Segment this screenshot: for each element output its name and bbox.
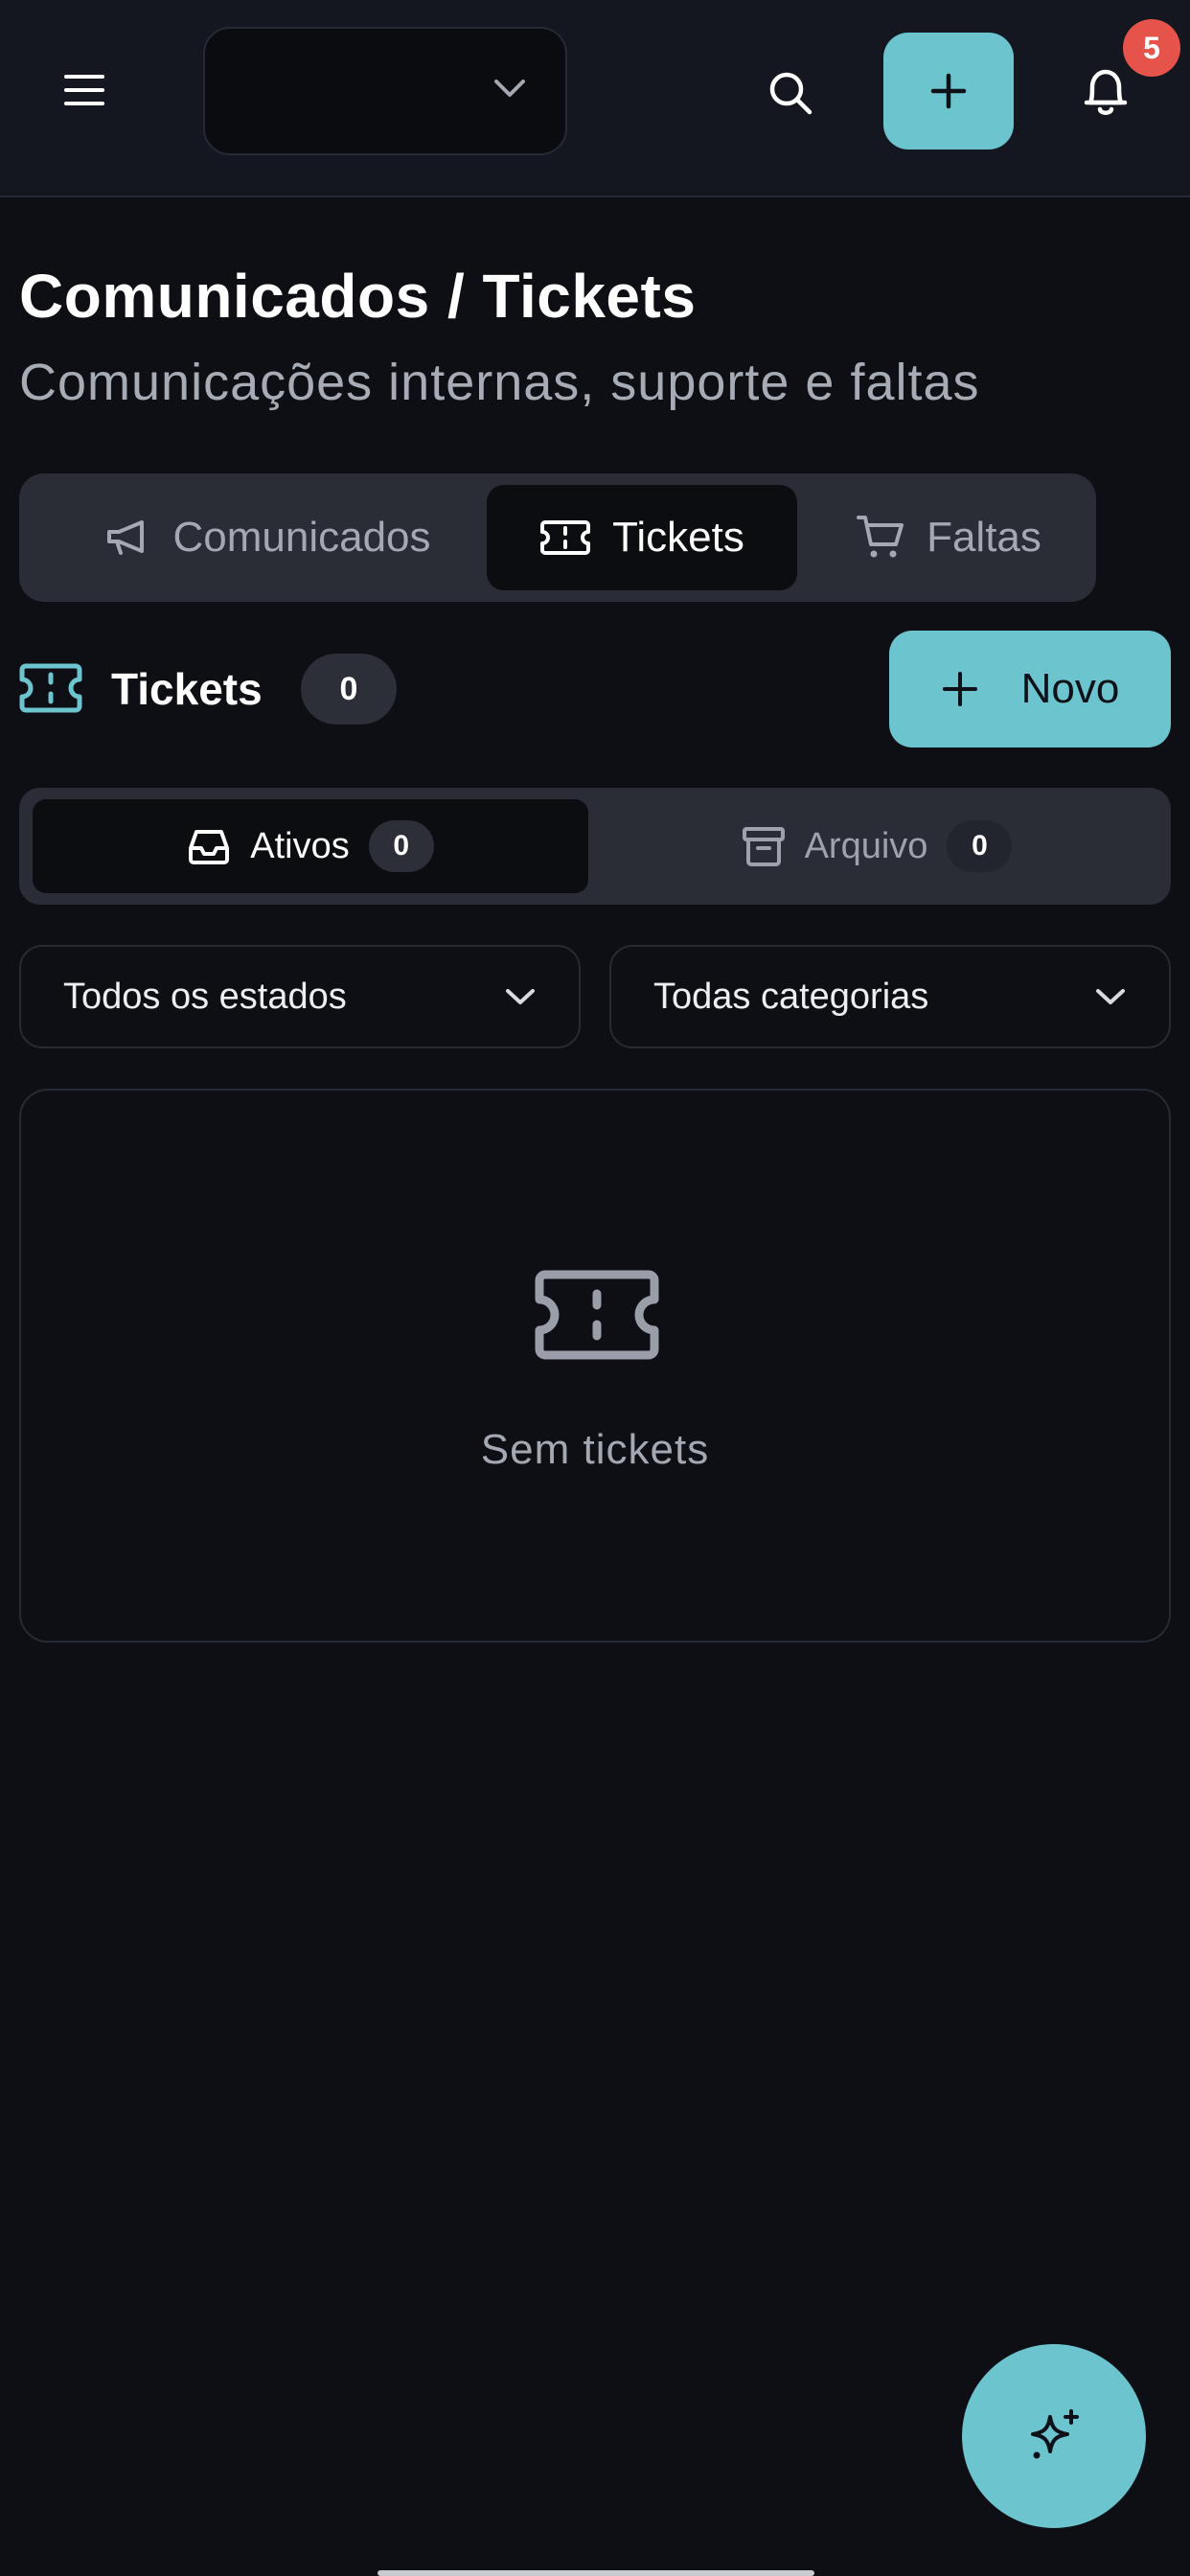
search-button[interactable] [757, 59, 824, 126]
chevron-down-icon [1096, 989, 1125, 1004]
assistant-fab-button[interactable] [962, 2344, 1146, 2528]
category-filter-value: Todas categorias [653, 976, 929, 1017]
tab-faltas-label: Faltas [927, 514, 1041, 561]
sparkles-icon [1031, 2409, 1079, 2459]
search-icon [769, 72, 812, 115]
menu-button[interactable] [48, 59, 121, 121]
page-title: Comunicados / Tickets [19, 262, 697, 331]
notifications-badge: 5 [1123, 19, 1180, 77]
plus-icon [942, 672, 977, 706]
section-tabs: Comunicados Tickets Faltas [19, 473, 1096, 602]
screen: 5 Comunicados / Tickets Comunicações int… [0, 0, 1190, 2576]
archive-box-icon [742, 827, 785, 866]
state-filter-select[interactable]: Todos os estados [19, 945, 581, 1048]
state-filter-value: Todos os estados [63, 976, 347, 1017]
megaphone-icon [107, 520, 145, 555]
store-selector[interactable] [203, 27, 567, 155]
tab-comunicados[interactable]: Comunicados [57, 485, 479, 590]
page-subtitle: Comunicações internas, suporte e faltas [19, 354, 980, 411]
add-button[interactable] [883, 33, 1014, 150]
new-ticket-button[interactable]: Novo [889, 631, 1171, 748]
tab-comunicados-label: Comunicados [172, 514, 431, 561]
tab-arquivo[interactable]: Arquivo 0 [594, 799, 1159, 893]
tab-tickets-label: Tickets [612, 514, 744, 561]
empty-state-text: Sem tickets [480, 1426, 710, 1473]
tab-tickets[interactable]: Tickets [487, 485, 797, 590]
tab-ativos[interactable]: Ativos 0 [33, 799, 588, 893]
tickets-count-badge: 0 [301, 654, 397, 724]
chevron-down-icon [506, 989, 535, 1004]
hamburger-menu-icon [64, 75, 104, 105]
tickets-heading: Tickets [111, 664, 263, 714]
tab-faltas[interactable]: Faltas [805, 485, 1092, 590]
ativos-count: 0 [368, 820, 434, 872]
home-indicator [378, 2570, 814, 2576]
inbox-icon [189, 830, 230, 864]
top-bar: 5 [0, 0, 1190, 197]
bell-icon [1084, 69, 1128, 115]
empty-state-card: Sem tickets [19, 1089, 1171, 1643]
tab-ativos-label: Ativos [250, 825, 350, 866]
tab-arquivo-label: Arquivo [804, 825, 928, 866]
cart-icon [857, 516, 904, 558]
new-ticket-label: Novo [1020, 665, 1120, 712]
chevron-down-icon [494, 80, 525, 97]
ticket-icon [540, 520, 591, 555]
arquivo-count: 0 [947, 820, 1013, 872]
ticket-icon [19, 663, 82, 713]
plus-icon [930, 73, 967, 109]
category-filter-select[interactable]: Todas categorias [609, 945, 1171, 1048]
ticket-icon [535, 1270, 659, 1360]
view-toggle: Ativos 0 Arquivo 0 [19, 788, 1171, 905]
